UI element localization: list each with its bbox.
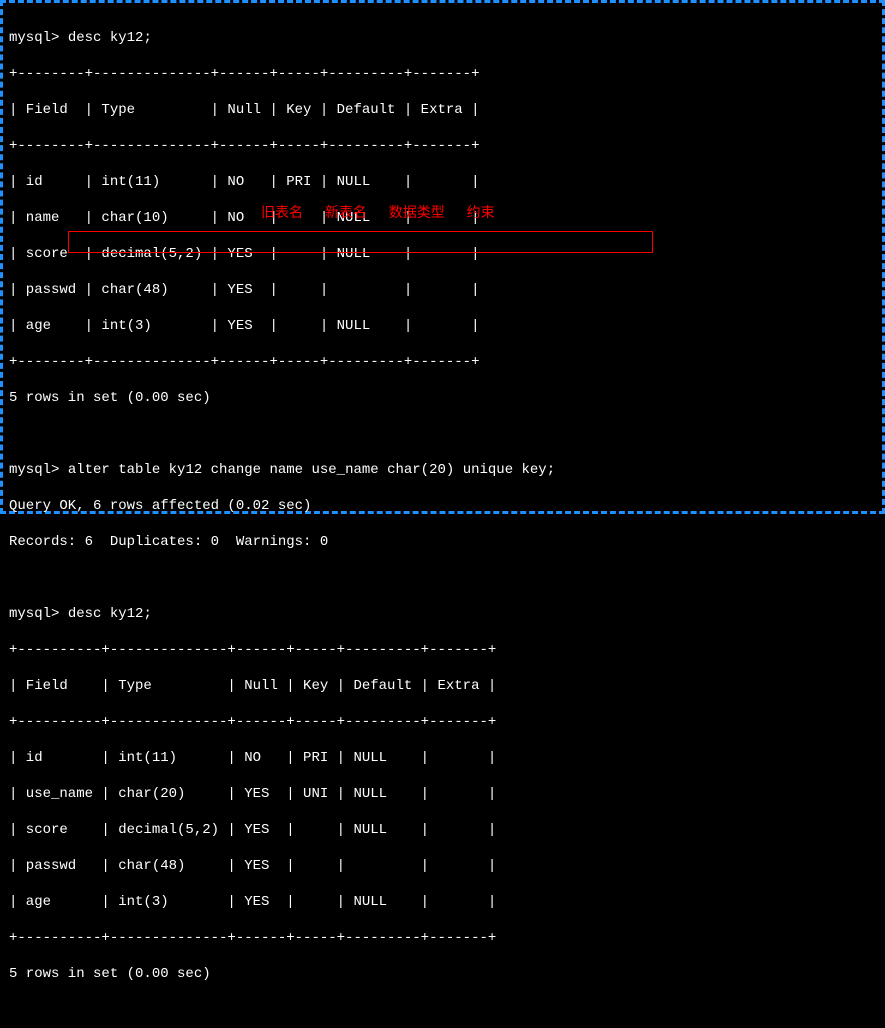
table2-header: | Field | Type | Null | Key | Default | …	[9, 677, 876, 695]
alter-result-1: Query OK, 6 rows affected (0.02 sec)	[9, 497, 876, 515]
annotation-old-name: 旧表名	[261, 204, 303, 220]
annotation-labels: 旧表名 新表名 数据类型 约束	[261, 203, 513, 221]
table1-row-score: | score | decimal(5,2) | YES | | NULL | …	[9, 245, 876, 263]
alter-result-2: Records: 6 Duplicates: 0 Warnings: 0	[9, 533, 876, 551]
terminal-window[interactable]: mysql> desc ky12; +--------+------------…	[0, 0, 885, 514]
annotation-new-name: 新表名	[325, 204, 367, 220]
table1-result: 5 rows in set (0.00 sec)	[9, 389, 876, 407]
table1-header: | Field | Type | Null | Key | Default | …	[9, 101, 876, 119]
table2-row-use-name: | use_name | char(20) | YES | UNI | NULL…	[9, 785, 876, 803]
prompt-line-2: mysql> alter table ky12 change name use_…	[9, 461, 876, 479]
command-alter: alter table ky12 change name use_name ch…	[68, 462, 555, 478]
annotation-data-type: 数据类型	[389, 204, 445, 220]
table1-row-passwd: | passwd | char(48) | YES | | | |	[9, 281, 876, 299]
blank-1	[9, 425, 876, 443]
table2-sep-bot: +----------+--------------+------+-----+…	[9, 929, 876, 947]
command-desc-2: desc ky12;	[68, 606, 152, 622]
prompt-line-3: mysql> desc ky12;	[9, 605, 876, 623]
table2-row-id: | id | int(11) | NO | PRI | NULL | |	[9, 749, 876, 767]
table1-sep-bot: +--------+--------------+------+-----+--…	[9, 353, 876, 371]
blank-2	[9, 569, 876, 587]
table2-sep-mid: +----------+--------------+------+-----+…	[9, 713, 876, 731]
mysql-prompt-2: mysql>	[9, 462, 59, 478]
table2-row-score: | score | decimal(5,2) | YES | | NULL | …	[9, 821, 876, 839]
mysql-prompt: mysql>	[9, 30, 59, 46]
table1-sep-top: +--------+--------------+------+-----+--…	[9, 65, 876, 83]
table2-result: 5 rows in set (0.00 sec)	[9, 965, 876, 983]
table2-row-age: | age | int(3) | YES | | NULL | |	[9, 893, 876, 911]
command-desc-1: desc ky12;	[68, 30, 152, 46]
mysql-prompt-3: mysql>	[9, 606, 59, 622]
annotation-constraint: 约束	[467, 204, 495, 220]
table2-row-passwd: | passwd | char(48) | YES | | | |	[9, 857, 876, 875]
table1-sep-mid: +--------+--------------+------+-----+--…	[9, 137, 876, 155]
table1-row-id: | id | int(11) | NO | PRI | NULL | |	[9, 173, 876, 191]
table1-row-age: | age | int(3) | YES | | NULL | |	[9, 317, 876, 335]
prompt-line-1: mysql> desc ky12;	[9, 29, 876, 47]
table2-sep-top: +----------+--------------+------+-----+…	[9, 641, 876, 659]
